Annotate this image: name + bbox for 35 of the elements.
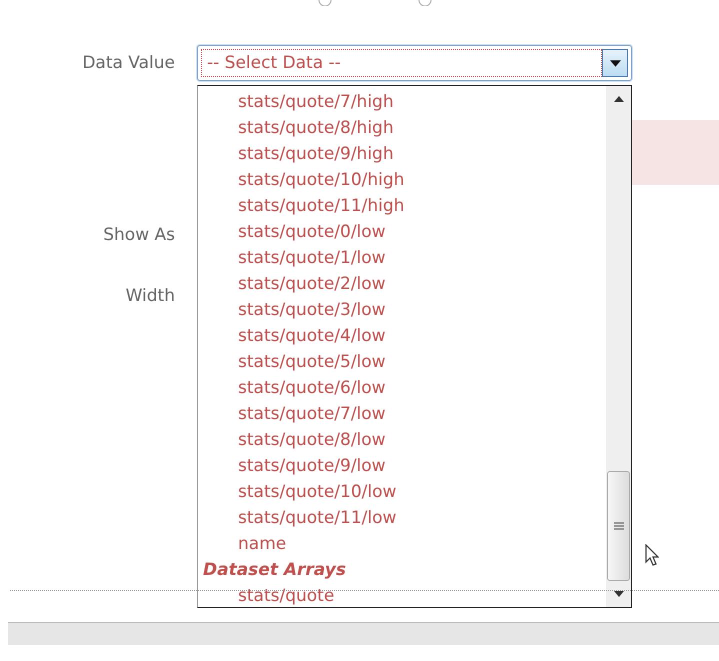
dropdown-option[interactable]: stats/quote/7/low [198, 401, 606, 427]
dropdown-option[interactable]: stats/quote/8/high [198, 115, 606, 141]
scroll-up-icon[interactable] [614, 96, 624, 102]
data-value-dropdown[interactable]: -- Select Data -- [197, 45, 632, 81]
dropdown-value: -- Select Data -- [201, 49, 602, 77]
dropdown-option[interactable]: stats/quote/4/low [198, 323, 606, 349]
dropdown-option[interactable]: name [198, 531, 606, 557]
mouse-pointer-icon [645, 544, 659, 566]
dropdown-option[interactable]: stats/quote/0/low [198, 219, 606, 245]
scrollbar-thumb[interactable] [607, 471, 630, 581]
dropdown-arrow-button[interactable] [602, 49, 628, 77]
scroll-down-icon[interactable] [614, 591, 624, 597]
dropdown-option[interactable]: stats/quote/8/low [198, 427, 606, 453]
dropdown-option[interactable]: stats/quote/1/low [198, 245, 606, 271]
radio-icon[interactable] [418, 0, 432, 6]
option-group-heading: Dataset Arrays [202, 559, 347, 582]
dropdown-option[interactable]: stats/quote/9/low [198, 453, 606, 479]
scrollbar[interactable] [606, 86, 631, 607]
field-label: Width [126, 286, 175, 306]
dropdown-option[interactable]: stats/quote/7/high [198, 89, 606, 115]
dropdown-option[interactable]: stats/quote/2/low [198, 271, 606, 297]
dropdown-option[interactable]: stats/quote/11/low [198, 505, 606, 531]
grip-icon [614, 522, 624, 530]
dropdown-option[interactable]: stats/quote/3/low [198, 297, 606, 323]
field-label: Data Value [82, 53, 175, 73]
dropdown-option[interactable]: stats/quote/5/low [198, 349, 606, 375]
dropdown-option[interactable]: stats/quote/9/high [198, 141, 606, 167]
dropdown-option[interactable]: stats/quote/6/low [198, 375, 606, 401]
dropdown-option[interactable]: stats/quote/11/high [198, 193, 606, 219]
caret-icon [610, 60, 620, 66]
dropdown-option[interactable]: stats/quote/10/high [198, 167, 606, 193]
field-label: Show As [103, 225, 175, 245]
dropdown-option[interactable]: stats/quote [198, 583, 606, 609]
dropdown-option[interactable]: stats/quote/10/low [198, 479, 606, 505]
radio-icon[interactable] [318, 0, 332, 6]
